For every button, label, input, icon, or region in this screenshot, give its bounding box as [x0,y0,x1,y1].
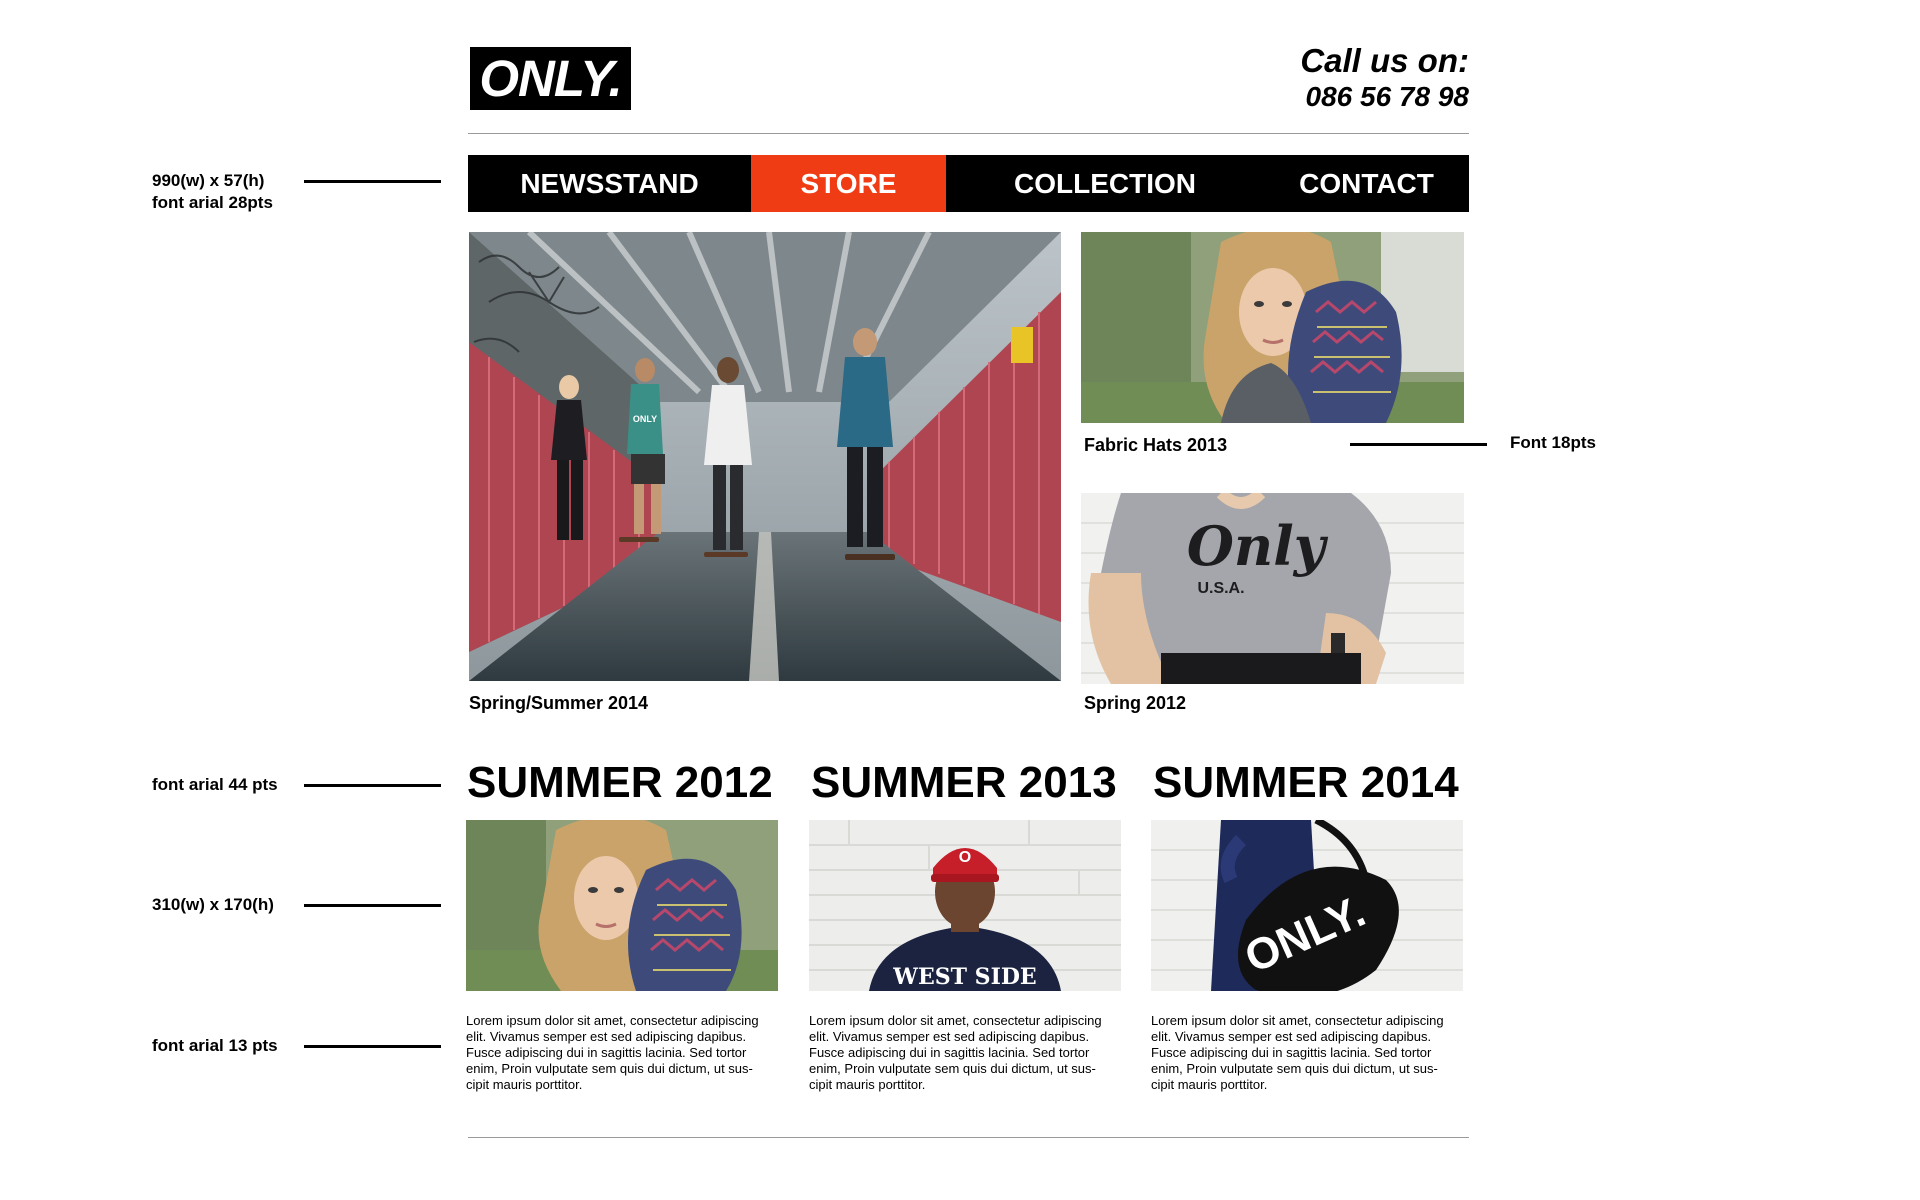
nav-item-newsstand[interactable]: NEWSSTAND [468,155,751,212]
annotation-thumb-size: 310(w) x 170(h) [152,895,274,914]
brand-logo[interactable]: ONLY. [470,47,631,110]
annotation-caption-font: Font 18pts [1510,433,1596,452]
collection-thumb-2013[interactable]: WEST SIDE O [809,820,1121,991]
annotation-nav-size: 990(w) x 57(h) [152,171,265,190]
main-nav: NEWSSTAND STORE COLLECTION CONTACT [468,155,1469,212]
annotation-body-font: font arial 13 pts [152,1036,278,1055]
featured-main-caption: Spring/Summer 2014 [469,693,649,713]
man-red-cap-image: WEST SIDE O [809,820,1121,991]
collection-text-2012: Lorem ipsum dolor sit amet, consectetur … [466,1013,759,1092]
only-duffel-bag-image: ONLY. [1151,820,1463,991]
skateboarders-image: ONLY [469,232,1061,681]
only-usa-tshirt-image: Only U.S.A. [1081,493,1464,684]
collection-thumb-2014[interactable]: ONLY. [1151,820,1463,991]
collection-title-2013: SUMMER 2013 [811,758,1117,807]
annotation-body-line [304,1045,441,1048]
tshirt-script-print: Only [1187,514,1329,578]
call-us-label: Call us on: [1300,42,1469,79]
annotation-nav-font: font arial 28pts [152,193,273,212]
collection-text-2014: Lorem ipsum dolor sit amet, consectetur … [1151,1013,1444,1092]
tank-top-print: ONLY [633,414,657,424]
phone-number[interactable]: 086 56 78 98 [1300,80,1470,114]
featured-main-photo[interactable]: ONLY [469,232,1061,681]
collection-title-2014: SUMMER 2014 [1153,758,1459,807]
tshirt-sub-print: U.S.A. [1197,580,1244,597]
sweater-print: WEST SIDE [892,964,1036,990]
nav-item-contact[interactable]: CONTACT [1264,155,1469,212]
footer-divider [468,1137,1469,1138]
cap-print: O [959,849,971,866]
nav-item-collection[interactable]: COLLECTION [946,155,1264,212]
collection-thumb-2012[interactable] [466,820,778,991]
side-caption-1: Fabric Hats 2013 [1084,435,1228,455]
nav-item-store[interactable]: STORE [751,155,946,212]
annotation-title-line [304,784,441,787]
woman-hat-thumb-image [466,820,778,991]
collection-text-2013: Lorem ipsum dolor sit amet, consectetur … [809,1013,1102,1092]
header-divider [468,133,1469,134]
annotation-title-font: font arial 44 pts [152,775,278,794]
contact-phone-block: Call us on: 086 56 78 98 [1300,42,1469,114]
woman-hat-image [1081,232,1464,423]
side-caption-2: Spring 2012 [1084,693,1187,713]
featured-side-photo-2[interactable]: Only U.S.A. [1081,493,1464,684]
featured-side-photo-1[interactable] [1081,232,1464,423]
collection-title-2012: SUMMER 2012 [467,758,773,807]
annotation-nav-line [304,180,441,183]
annotation-caption-line [1350,443,1487,446]
annotation-thumb-line [304,904,441,907]
